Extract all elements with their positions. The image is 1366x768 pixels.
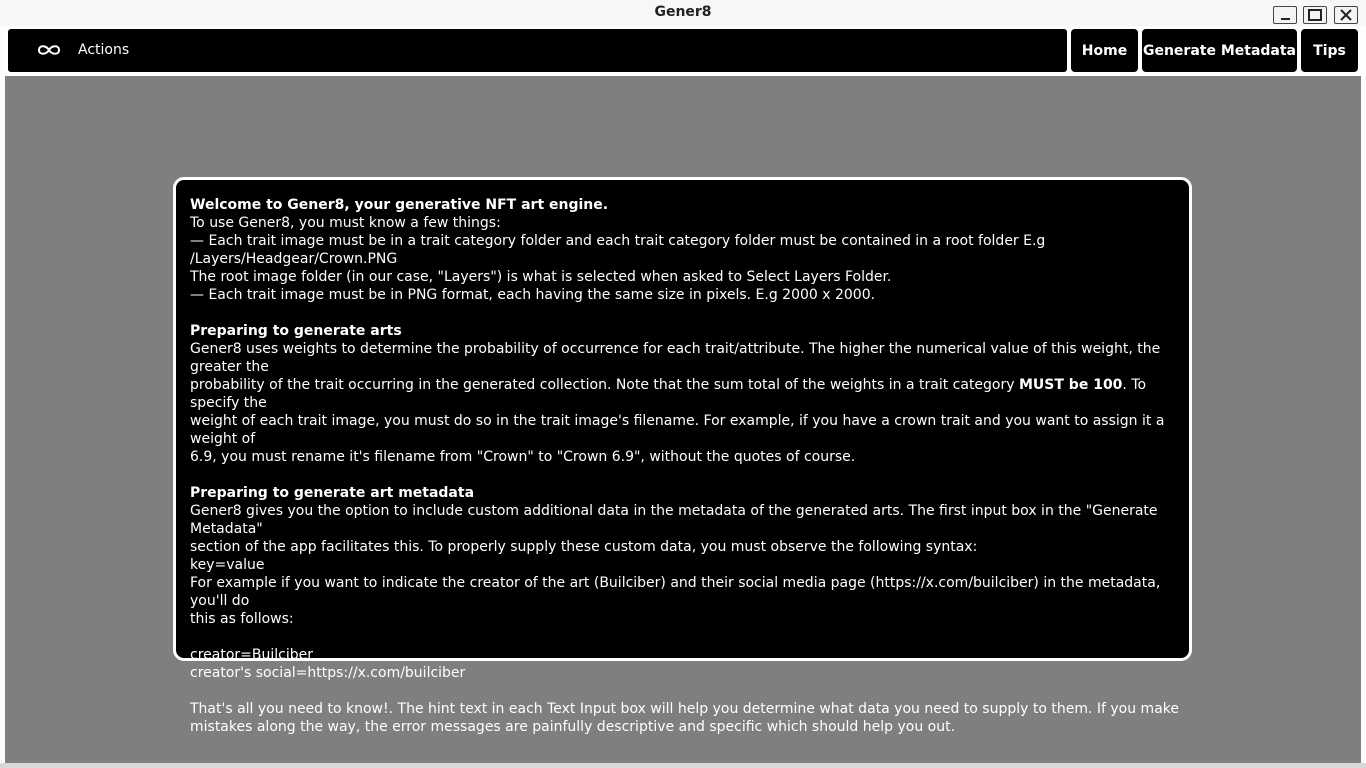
root-folder-note: The root image folder (in our case, "Lay… [190,269,892,285]
generate-metadata-button[interactable]: Generate Metadata [1142,29,1297,72]
arts-emphasis: MUST be 100 [1019,377,1123,393]
syntax-example: key=value [190,557,265,573]
close-button[interactable] [1334,6,1358,24]
example-paragraph-line: For example if you want to indicate the … [190,575,1161,609]
closing-paragraph-line: That's all you need to know!. The hint t… [190,701,1179,717]
rule-folder-line: — Each trait image must be in a trait ca… [190,233,1046,249]
rule-png-format: — Each trait image must be in PNG format… [190,287,876,303]
infinity-icon[interactable] [36,42,62,58]
arts-text: probability of the trait occurring in th… [190,377,1019,393]
maximize-button[interactable] [1303,6,1327,24]
window-bottom-border [0,763,1366,768]
app-bar: Actions Home Generate Metadata Tips [5,26,1361,76]
arts-paragraph-line: 6.9, you must rename it's filename from … [190,449,856,465]
window-title: Gener8 [654,4,712,20]
actions-label: Actions [78,42,130,58]
maximize-icon [1308,9,1322,21]
arts-paragraph-line: probability of the trait occurring in th… [190,376,1179,412]
metadata-paragraph-line: section of the app facilitates this. To … [190,539,978,555]
intro-text: To use Gener8, you must know a few thing… [190,215,501,231]
metadata-paragraph-line: Gener8 gives you the option to include c… [190,503,1158,537]
app-window: Actions Home Generate Metadata Tips Welc… [5,26,1361,763]
arts-paragraph-line: Gener8 uses weights to determine the pro… [190,341,1161,375]
home-button[interactable]: Home [1071,29,1138,72]
example-paragraph-line: this as follows: [190,611,294,627]
window-title-bar[interactable]: Gener8 [0,0,1366,26]
rule-folder-path: /Layers/Headgear/Crown.PNG [190,251,398,267]
closing-paragraph-line: mistakes along the way, the error messag… [190,719,956,735]
minimize-icon [1281,18,1290,20]
actions-bar[interactable]: Actions [8,29,1067,72]
tips-panel: Welcome to Gener8, your generative NFT a… [173,177,1192,735]
arts-heading: Preparing to generate arts [190,323,402,339]
metadata-heading: Preparing to generate art metadata [190,485,475,501]
example-social: creator's social=https://x.com/builciber [190,665,466,681]
example-creator: creator=Builciber [190,647,313,663]
close-icon [1340,9,1352,21]
tips-button[interactable]: Tips [1301,29,1358,72]
minimize-button[interactable] [1273,6,1297,24]
arts-paragraph-line: weight of each trait image, you must do … [190,413,1165,447]
welcome-heading: Welcome to Gener8, your generative NFT a… [190,197,609,213]
